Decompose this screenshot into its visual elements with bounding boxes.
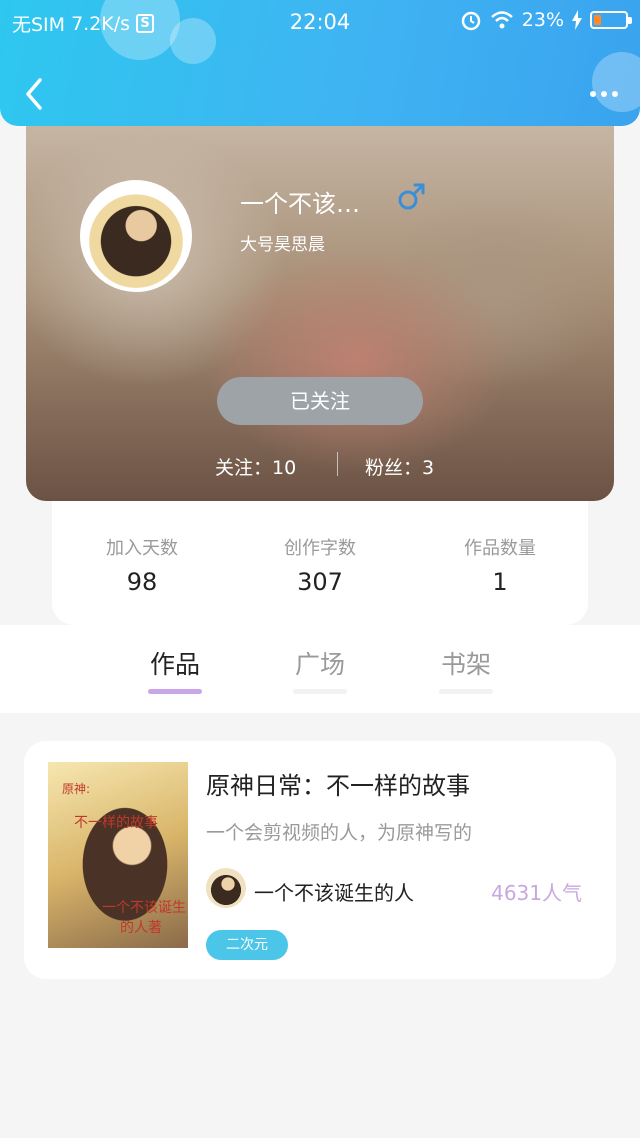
battery-percent: 23% bbox=[521, 9, 564, 31]
back-button[interactable] bbox=[20, 74, 50, 114]
divider bbox=[337, 452, 338, 476]
work-card[interactable]: 原神: 不一样的故事 一个不该诞生 的人著 原神日常：不一样的故事 一个会剪视频… bbox=[24, 741, 616, 979]
follow-button[interactable]: 已关注 bbox=[217, 377, 423, 425]
stats-panel: 加入天数 98 创作字数 307 作品数量 1 bbox=[52, 500, 588, 625]
tab-bookshelf[interactable]: 书架 bbox=[416, 645, 516, 681]
profile-subtitle: 大号昊思晨 bbox=[240, 235, 325, 255]
nickname: 一个不该… bbox=[240, 190, 360, 218]
cover-text: 的人著 bbox=[120, 920, 162, 936]
stat-work-count: 作品数量 1 bbox=[410, 534, 590, 596]
chevron-left-icon bbox=[26, 78, 42, 110]
tab-works[interactable]: 作品 bbox=[125, 645, 225, 681]
author-name[interactable]: 一个不该诞生的人 bbox=[254, 877, 414, 906]
more-dots-icon bbox=[590, 91, 596, 97]
work-title[interactable]: 原神日常：不一样的故事 bbox=[206, 766, 470, 801]
book-cover-image[interactable]: 原神: 不一样的故事 一个不该诞生 的人著 bbox=[48, 762, 188, 948]
stat-label: 加入天数 bbox=[106, 538, 178, 559]
popularity-count: 4631人气 bbox=[491, 881, 582, 905]
tab-indicator-active bbox=[148, 689, 202, 694]
battery-icon bbox=[590, 11, 632, 29]
male-icon bbox=[398, 183, 425, 210]
wifi-icon bbox=[490, 11, 513, 29]
stat-value: 1 bbox=[492, 568, 508, 596]
tab-square[interactable]: 广场 bbox=[270, 645, 370, 681]
cover-text: 一个不该诞生 bbox=[102, 900, 186, 916]
profile-cover: 一个不该… 大号昊思晨 已关注 关注：10 粉丝：3 bbox=[26, 110, 614, 501]
following-count[interactable]: 关注：10 bbox=[215, 453, 296, 480]
follow-counts: 关注：10 粉丝：3 bbox=[26, 450, 614, 480]
stat-word-count: 创作字数 307 bbox=[230, 534, 410, 596]
cover-text: 不一样的故事 bbox=[74, 815, 158, 831]
tab-bar: 作品 广场 书架 bbox=[0, 625, 640, 713]
stat-join-days: 加入天数 98 bbox=[52, 534, 232, 596]
work-description: 一个会剪视频的人，为原神写的 bbox=[206, 822, 473, 844]
cover-text: 原神: bbox=[62, 782, 91, 796]
fans-count[interactable]: 粉丝：3 bbox=[365, 453, 434, 480]
avatar[interactable] bbox=[80, 180, 192, 292]
stat-value: 98 bbox=[126, 568, 158, 596]
alarm-icon bbox=[461, 11, 481, 31]
more-button[interactable] bbox=[584, 84, 624, 104]
author-avatar[interactable] bbox=[206, 868, 246, 908]
top-header: 无SIM 7.2K/s S 22:04 23% bbox=[0, 0, 640, 126]
tab-indicator bbox=[439, 689, 493, 694]
genre-tag[interactable]: 二次元 bbox=[206, 930, 288, 960]
stat-value: 307 bbox=[297, 568, 343, 596]
stat-label: 创作字数 bbox=[284, 538, 356, 559]
charging-icon bbox=[572, 10, 582, 30]
stat-label: 作品数量 bbox=[464, 538, 536, 559]
status-bar: 无SIM 7.2K/s S 22:04 23% bbox=[0, 0, 640, 44]
tab-indicator bbox=[293, 689, 347, 694]
